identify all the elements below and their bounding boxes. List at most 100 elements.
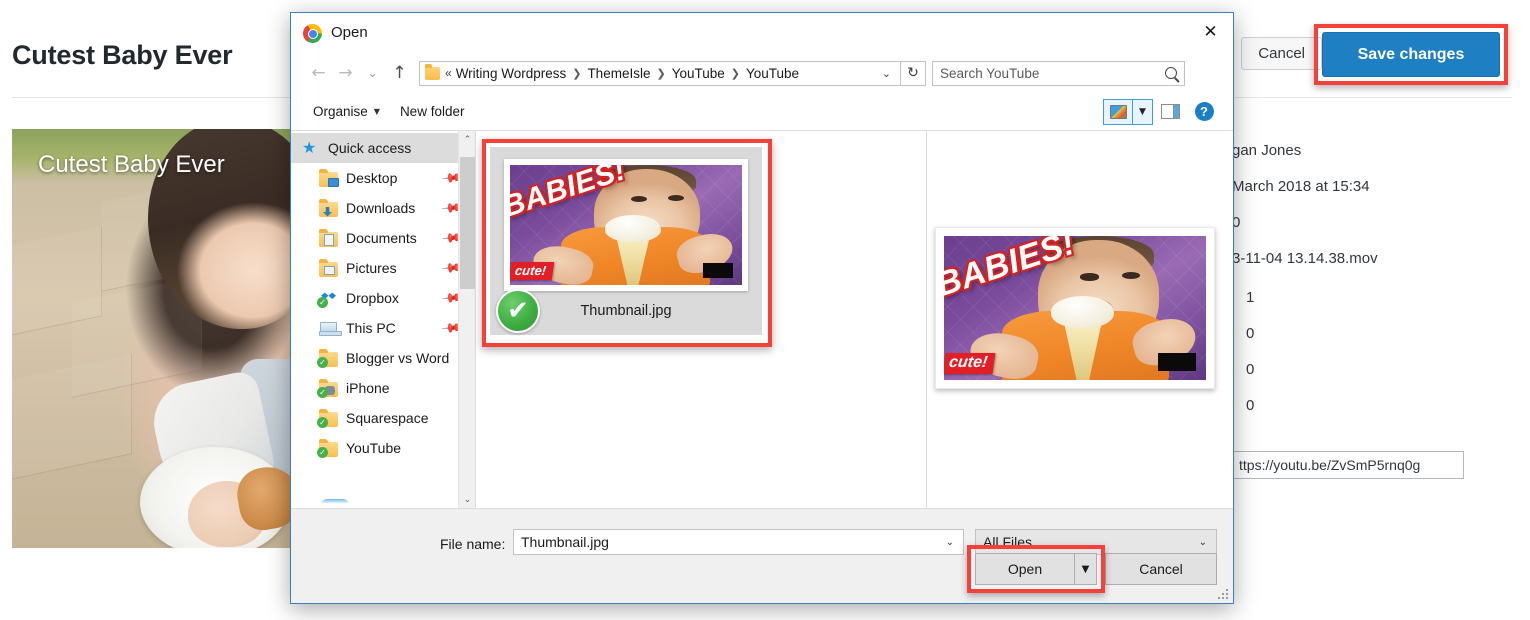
preview-redaction xyxy=(1157,353,1196,372)
help-button[interactable]: ? xyxy=(1187,102,1221,121)
scroll-up-icon[interactable]: ⌃ xyxy=(459,131,475,148)
scroll-down-icon[interactable]: ⌄ xyxy=(459,491,475,508)
video-thumbnail-card[interactable]: Cutest Baby Ever xyxy=(12,129,290,548)
sidebar-item-quick-access[interactable]: ★ Quick access xyxy=(291,133,475,163)
chevron-down-icon[interactable]: ▼ xyxy=(1132,99,1152,124)
file-type-value: All Files xyxy=(983,534,1033,550)
breadcrumb-item-0[interactable]: Writing Wordpress xyxy=(456,66,567,81)
close-icon[interactable]: ✕ xyxy=(1188,13,1233,51)
detail-row-filename: 3-11-04 13.14.38.mov xyxy=(1232,250,1378,267)
new-folder-button[interactable]: New folder xyxy=(390,100,475,123)
sidebar-item-label: Dropbox xyxy=(346,290,399,306)
preview-pane-icon[interactable] xyxy=(1153,104,1187,119)
back-icon[interactable]: ← xyxy=(305,60,332,87)
detail-row-count-3: 0 xyxy=(1246,361,1255,378)
navigation-pane: ★ Quick access Desktop 📌 Downloads 📌 Doc… xyxy=(291,131,476,508)
file-type-select[interactable]: All Files ⌄ xyxy=(975,529,1217,555)
search-placeholder: Search YouTube xyxy=(940,65,1040,81)
detail-row-date: March 2018 at 15:34 xyxy=(1232,178,1370,195)
sidebar-item-squarespace[interactable]: ✓ Squarespace xyxy=(291,403,475,433)
open-button[interactable]: Open ▼ xyxy=(975,553,1097,585)
sync-check-icon: ✓ xyxy=(317,296,328,308)
sidebar-item-dropbox[interactable]: ✓ Dropbox 📌 xyxy=(291,283,475,313)
sidebar-item-label: iPhone xyxy=(346,380,390,396)
sidebar-item-downloads[interactable]: Downloads 📌 xyxy=(291,193,475,223)
dialog-footer: File name: Thumbnail.jpg ⌄ All Files ⌄ O… xyxy=(291,508,1233,603)
page-title: Cutest Baby Ever xyxy=(12,40,233,70)
sidebar-item-label: Desktop xyxy=(346,170,398,186)
sidebar-item-pictures[interactable]: Pictures 📌 xyxy=(291,253,475,283)
star-icon: ★ xyxy=(302,137,317,157)
search-input[interactable]: Search YouTube xyxy=(932,60,1185,86)
refresh-icon[interactable]: ↻ xyxy=(901,60,926,86)
folder-downloads-icon xyxy=(319,198,339,217)
selected-check-icon: ✔ xyxy=(496,289,540,333)
thumbnail-artwork: BABIES! cute! xyxy=(510,165,742,285)
forward-icon[interactable]: → xyxy=(332,60,359,87)
sync-check-icon: ✓ xyxy=(317,446,328,458)
chevron-down-icon: ▼ xyxy=(373,107,380,116)
preview-badge: cute! xyxy=(944,353,996,375)
breadcrumb[interactable]: « Writing Wordpress ❯ ThemeIsle ❯ YouTub… xyxy=(419,60,901,86)
up-one-level-icon[interactable]: ↑ xyxy=(386,60,413,87)
breadcrumb-overflow-icon[interactable]: « xyxy=(445,66,452,80)
dialog-cancel-button[interactable]: Cancel xyxy=(1105,553,1217,585)
sidebar-item-youtube[interactable]: ✓ YouTube xyxy=(291,433,475,463)
sidebar-item-blogger-vs-word[interactable]: ✓ Blogger vs Word xyxy=(291,343,475,373)
organise-button[interactable]: Organise ▼ xyxy=(303,100,390,123)
dialog-navigation-bar: ← → ⌄ ↑ « Writing Wordpress ❯ ThemeIsle … xyxy=(291,53,1233,93)
sidebar-item-desktop[interactable]: Desktop 📌 xyxy=(291,163,475,193)
sidebar-item-label: Blogger vs Word xyxy=(346,350,450,366)
breadcrumb-item-1[interactable]: ThemeIsle xyxy=(587,66,650,81)
dialog-title: Open xyxy=(331,24,368,41)
chevron-down-icon[interactable]: ⌄ xyxy=(1194,537,1212,548)
file-name-input[interactable]: Thumbnail.jpg ⌄ xyxy=(513,529,964,555)
file-name-label: Thumbnail.jpg xyxy=(580,303,672,319)
sidebar-item-label: Downloads xyxy=(346,200,416,216)
breadcrumb-item-2[interactable]: YouTube xyxy=(672,66,725,81)
open-split-caret-icon[interactable]: ▼ xyxy=(1074,554,1096,584)
scrollbar-thumb[interactable] xyxy=(460,157,475,289)
chevron-right-icon: ❯ xyxy=(572,67,582,80)
file-list-pane[interactable]: BABIES! cute! Thumbnail.jpg ✔ xyxy=(476,131,927,508)
chevron-down-icon[interactable]: ⌄ xyxy=(941,537,959,548)
preview-artwork: BABIES! cute! xyxy=(944,236,1206,380)
folder-icon: ✓ xyxy=(317,348,339,368)
save-changes-button[interactable]: Save changes xyxy=(1322,32,1500,77)
new-folder-label: New folder xyxy=(399,104,465,119)
sidebar-item-label: Squarespace xyxy=(346,410,429,426)
chevron-right-icon: ❯ xyxy=(730,67,740,80)
chevron-down-icon[interactable]: ⌄ xyxy=(877,67,896,80)
detail-row-author: gan Jones xyxy=(1232,142,1302,159)
navigation-pane-scrollbar[interactable]: ⌃ ⌄ xyxy=(458,131,475,508)
folder-icon: ✓ xyxy=(317,438,339,458)
detail-row-count-1: 1 xyxy=(1246,289,1255,306)
folder-users-icon: ✓ xyxy=(317,378,339,398)
chevron-right-icon: ❯ xyxy=(656,67,666,80)
folder-pictures-icon xyxy=(319,258,339,277)
sidebar-item-documents[interactable]: Documents 📌 xyxy=(291,223,475,253)
folder-icon: ✓ xyxy=(317,408,339,428)
file-item-thumbnail-jpg[interactable]: BABIES! cute! Thumbnail.jpg ✔ xyxy=(490,147,762,335)
folder-desktop-icon xyxy=(319,168,339,187)
sidebar-item-this-pc[interactable]: This PC 📌 xyxy=(291,313,475,343)
this-pc-icon xyxy=(319,320,342,337)
recent-locations-icon[interactable]: ⌄ xyxy=(359,60,386,87)
search-icon xyxy=(1165,67,1177,79)
view-options-icon[interactable] xyxy=(1104,104,1132,119)
cancel-button[interactable]: Cancel xyxy=(1241,37,1322,70)
organise-label: Organise xyxy=(313,104,368,119)
preview-image: BABIES! cute! xyxy=(935,227,1215,389)
dialog-body: ★ Quick access Desktop 📌 Downloads 📌 Doc… xyxy=(291,131,1233,508)
resize-grip[interactable] xyxy=(1217,588,1229,600)
sidebar-item-label: Quick access xyxy=(328,140,412,156)
file-name-value: Thumbnail.jpg xyxy=(521,534,609,550)
folder-icon xyxy=(425,63,440,80)
nav-pane-fade xyxy=(291,496,458,508)
breadcrumb-item-3[interactable]: YouTube xyxy=(746,66,799,81)
detail-row-count-4: 0 xyxy=(1246,397,1255,414)
view-options-group[interactable]: ▼ xyxy=(1103,98,1153,125)
sidebar-item-iphone[interactable]: ✓ iPhone xyxy=(291,373,475,403)
dialog-toolbar: Organise ▼ New folder ▼ ? xyxy=(291,93,1233,131)
video-url-field[interactable]: ttps://youtu.be/ZvSmP5rnq0g xyxy=(1232,451,1464,479)
